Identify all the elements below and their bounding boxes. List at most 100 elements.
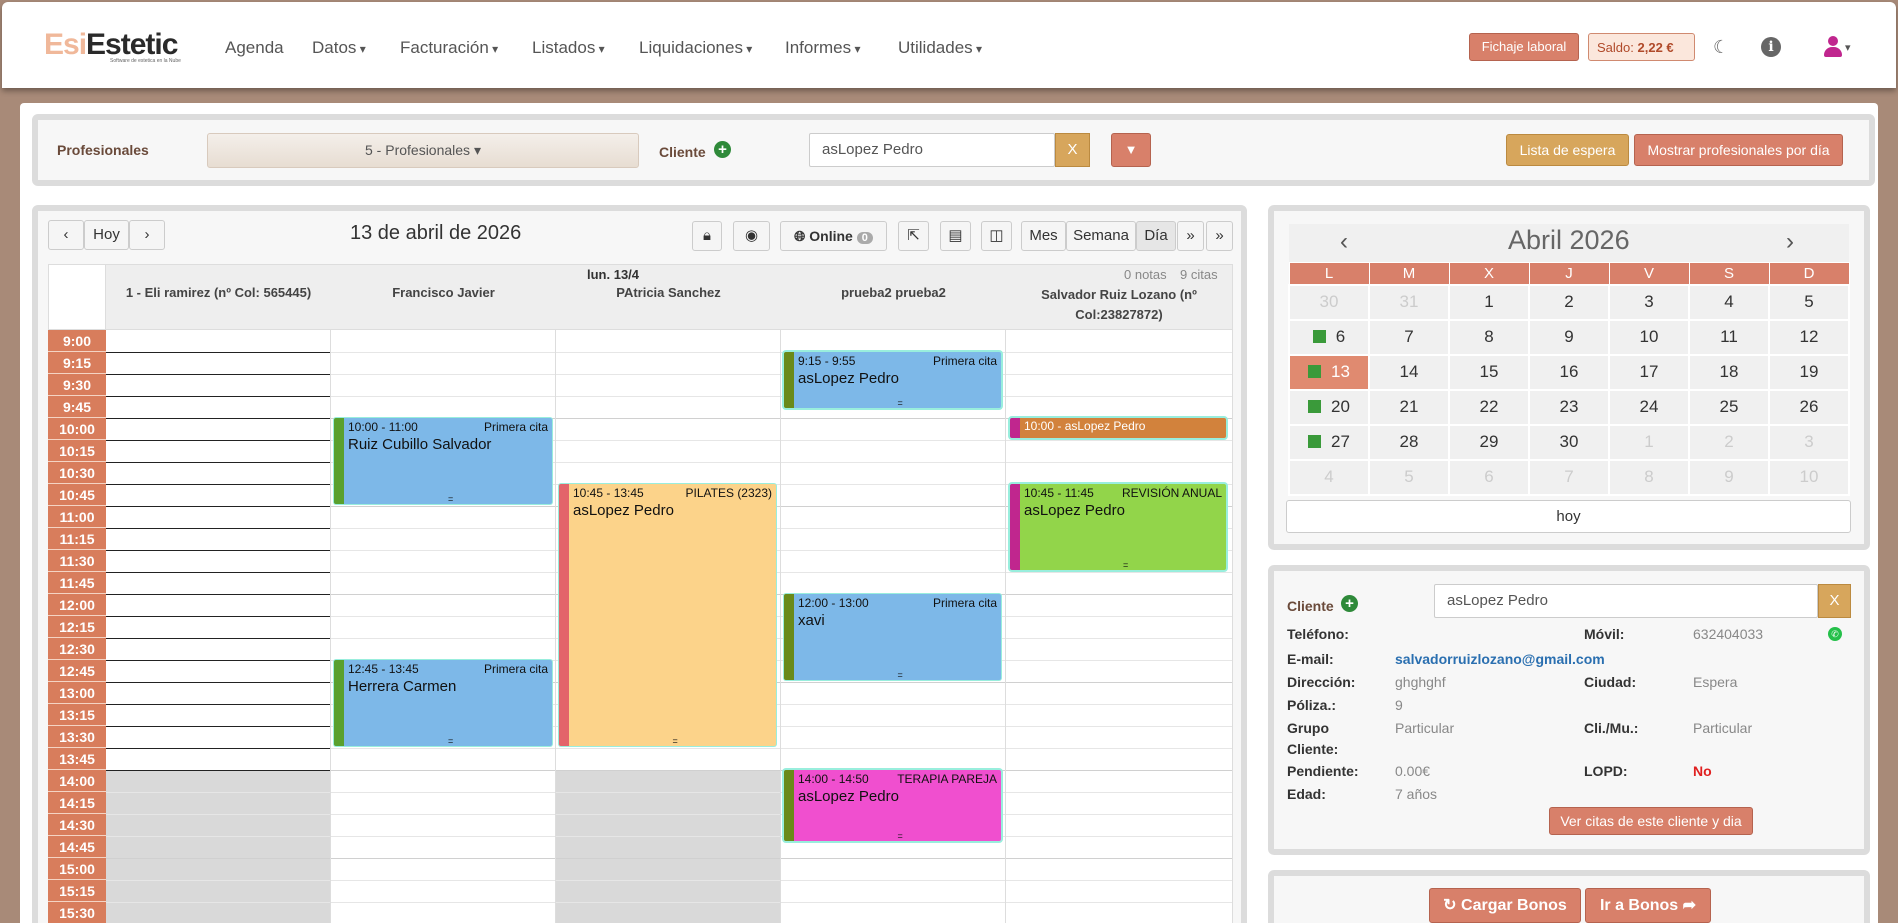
appointment-event[interactable]: 10:00 - asLopez Pedro [1010, 418, 1226, 438]
calendar-day[interactable]: 29 [1448, 423, 1530, 461]
cargar-bonos-button[interactable]: ↻ Cargar Bonos [1429, 888, 1581, 923]
view-month-button[interactable]: Mes [1021, 221, 1066, 251]
professional-header[interactable]: 1 - Eli ramirez (nº Col: 565445) [106, 285, 331, 300]
calendar-day[interactable]: 5 [1368, 458, 1450, 496]
chevron-down-icon[interactable]: ▾ [1845, 41, 1851, 54]
lista-espera-button[interactable]: Lista de espera [1506, 134, 1629, 166]
calendar-day[interactable]: 3 [1608, 283, 1690, 321]
appointment-event[interactable]: 10:45 - 11:45 REVISIÓN ANUAL asLopez Pedro… [1010, 484, 1226, 570]
add-client-icon[interactable]: + [1341, 595, 1358, 612]
calendar-day[interactable]: 30 [1288, 283, 1370, 321]
app-logo[interactable]: EsiEstetic [44, 28, 178, 62]
calendar-day[interactable]: 14 [1368, 353, 1450, 391]
calendar-day[interactable]: 17 [1608, 353, 1690, 391]
mini-cal-today-button[interactable]: hoy [1286, 500, 1851, 533]
whatsapp-icon[interactable]: ✆ [1828, 627, 1842, 641]
client-detail-input[interactable]: asLopez Pedro [1434, 584, 1818, 618]
calendar-day[interactable]: 1 [1448, 283, 1530, 321]
calendar-day[interactable]: 31 [1368, 283, 1450, 321]
nav-liquidaciones[interactable]: Liquidaciones [639, 38, 752, 58]
calendar-day[interactable]: 22 [1448, 388, 1530, 426]
mostrar-profesionales-button[interactable]: Mostrar profesionales por día [1634, 134, 1843, 166]
calendar-day[interactable]: 12 [1768, 318, 1850, 356]
calendar-day[interactable]: 13 [1288, 353, 1370, 391]
calendar-day[interactable]: 5 [1768, 283, 1850, 321]
nav-datos[interactable]: Datos [312, 38, 366, 58]
info-icon[interactable]: i [1761, 37, 1781, 57]
user-icon[interactable] [1823, 36, 1843, 58]
agenda-column[interactable] [106, 330, 331, 923]
appointment-event[interactable]: 14:00 - 14:50 TERAPIA PAREJA asLopez Pedro… [784, 770, 1001, 841]
add-client-icon[interactable]: + [714, 141, 731, 158]
appointment-event[interactable]: 10:00 - 11:00 Primera cita Ruiz Cubillo Sa… [334, 418, 552, 504]
note-icon[interactable]: ◫ [981, 221, 1012, 251]
calendar-day[interactable]: 26 [1768, 388, 1850, 426]
calendar-day[interactable]: 2 [1528, 283, 1610, 321]
appointment-event[interactable]: 12:00 - 13:00 Primera cita xavi = [784, 594, 1001, 680]
expand-right-icon[interactable]: » [1206, 221, 1233, 251]
nav-utilidades[interactable]: Utilidades [898, 38, 982, 58]
calendar-day[interactable]: 8 [1608, 458, 1690, 496]
appointment-event[interactable]: 12:45 - 13:45 Primera cita Herrera Carmen = [334, 660, 552, 746]
online-button[interactable]: 🌐︎ Online 0 [780, 221, 887, 251]
fichaje-laboral-button[interactable]: Fichaje laboral [1469, 33, 1579, 61]
calendar-day[interactable]: 20 [1288, 388, 1370, 426]
view-week-button[interactable]: Semana [1066, 221, 1136, 251]
clear-client-detail-button[interactable]: X [1818, 584, 1851, 618]
prev-day-button[interactable]: ‹ [48, 220, 84, 250]
lock-icon[interactable]: 🔒︎ [692, 221, 722, 251]
eye-icon[interactable]: ◉ [733, 221, 770, 251]
calendar-day[interactable]: 25 [1688, 388, 1770, 426]
calendar-day[interactable]: 23 [1528, 388, 1610, 426]
calendar-day[interactable]: 10 [1768, 458, 1850, 496]
appointment-event[interactable]: 10:45 - 13:45 PILATES (2323) asLopez Pedro… [559, 484, 776, 746]
calendar-day[interactable]: 3 [1768, 423, 1850, 461]
calendar-day[interactable]: 27 [1288, 423, 1370, 461]
calendar-day[interactable]: 24 [1608, 388, 1690, 426]
expand-down-icon[interactable]: » [1177, 221, 1204, 251]
appointment-event[interactable]: 9:15 - 9:55 Primera cita asLopez Pedro = [784, 352, 1001, 408]
calendar-day[interactable]: 16 [1528, 353, 1610, 391]
calendar-day[interactable]: 21 [1368, 388, 1450, 426]
calendar-day[interactable]: 11 [1688, 318, 1770, 356]
calendar-day[interactable]: 19 [1768, 353, 1850, 391]
mini-cal-prev[interactable]: ‹ [1340, 228, 1348, 256]
nav-informes[interactable]: Informes [785, 38, 861, 58]
calendar-day[interactable]: 4 [1688, 283, 1770, 321]
view-day-button[interactable]: Día [1136, 221, 1176, 251]
email-link[interactable]: salvadorruizlozano@gmail.com [1395, 651, 1605, 667]
calendar-day[interactable]: 2 [1688, 423, 1770, 461]
dropdown-toggle-button[interactable]: ▼ [1111, 133, 1151, 167]
calendar-day[interactable]: 7 [1528, 458, 1610, 496]
share-icon[interactable]: ⇱ [898, 221, 929, 251]
next-day-button[interactable]: › [129, 220, 165, 250]
moon-icon[interactable]: ☾ [1713, 37, 1729, 58]
calendar-day[interactable]: 18 [1688, 353, 1770, 391]
mini-cal-next[interactable]: › [1786, 228, 1794, 256]
professional-header[interactable]: Salvador Ruiz Lozano (nº Col:23827872) [1015, 285, 1223, 325]
calendar-day[interactable]: 4 [1288, 458, 1370, 496]
professional-header[interactable]: prueba2 prueba2 [781, 285, 1006, 300]
calendar-day[interactable]: 15 [1448, 353, 1530, 391]
calendar-day[interactable]: 28 [1368, 423, 1450, 461]
calendar-day[interactable]: 10 [1608, 318, 1690, 356]
calendar-day[interactable]: 30 [1528, 423, 1610, 461]
nav-listados[interactable]: Listados [532, 38, 605, 58]
clear-client-button[interactable]: X [1055, 133, 1090, 167]
client-search-input[interactable]: asLopez Pedro [809, 133, 1055, 167]
nav-facturacion[interactable]: Facturación [400, 38, 498, 58]
calendar-day[interactable]: 8 [1448, 318, 1530, 356]
calendar-day[interactable]: 6 [1448, 458, 1530, 496]
nav-agenda[interactable]: Agenda [225, 38, 284, 58]
professional-header[interactable]: Francisco Javier [331, 285, 556, 300]
calendar-day[interactable]: 7 [1368, 318, 1450, 356]
calendar-day[interactable]: 1 [1608, 423, 1690, 461]
calendar-day[interactable]: 9 [1688, 458, 1770, 496]
professional-header[interactable]: PAtricia Sanchez [556, 285, 781, 300]
ir-bonos-button[interactable]: Ir a Bonos ➦ [1585, 888, 1711, 923]
profesionales-select[interactable]: 5 - Profesionales ▾ [207, 133, 639, 168]
calendar-day[interactable]: 6 [1288, 318, 1370, 356]
pdf-icon[interactable]: ▤ [940, 221, 971, 251]
calendar-day[interactable]: 9 [1528, 318, 1610, 356]
today-button[interactable]: Hoy [84, 220, 129, 250]
